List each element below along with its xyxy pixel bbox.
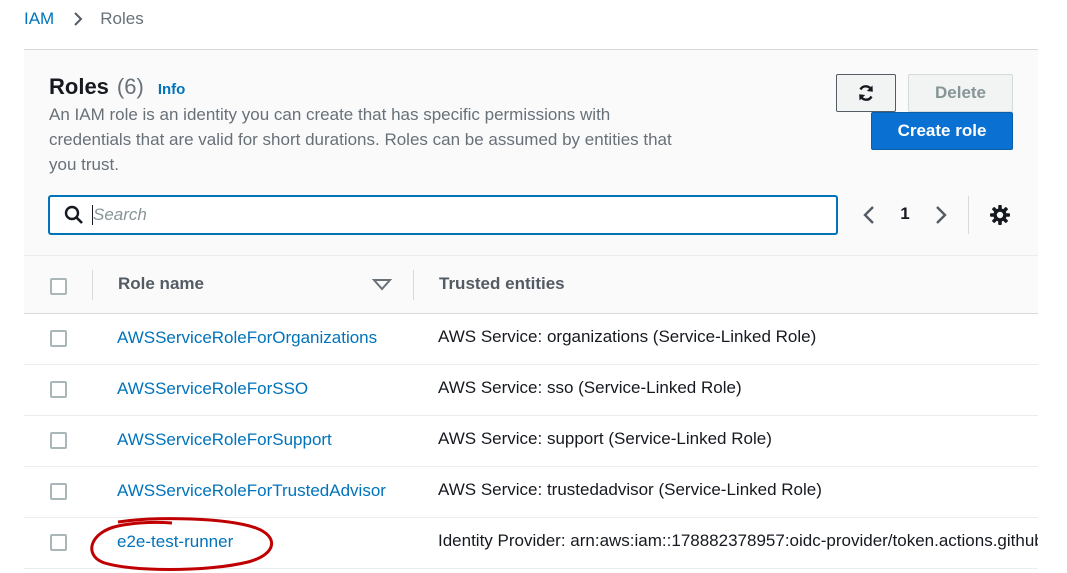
trusted-entity: AWS Service: organizations (Service-Link… [438, 327, 817, 347]
refresh-icon [859, 85, 873, 101]
column-divider [413, 270, 414, 300]
breadcrumb: IAM Roles [24, 8, 144, 30]
trusted-entity: AWS Service: trustedadvisor (Service-Lin… [438, 480, 822, 500]
roles-panel: Roles (6) Info An IAM role is an identit… [24, 49, 1038, 573]
trusted-entity: AWS Service: support (Service-Linked Rol… [438, 429, 772, 449]
role-name-link[interactable]: AWSServiceRoleForSSO [117, 379, 308, 399]
trusted-entity: AWS Service: sso (Service-Linked Role) [438, 378, 742, 398]
page-number[interactable]: 1 [896, 204, 914, 224]
trusted-entity: Identity Provider: arn:aws:iam::17888237… [438, 531, 1038, 550]
breadcrumb-current: Roles [100, 9, 144, 28]
table-row: AWSServiceRoleForTrustedAdvisor AWS Serv… [24, 467, 1038, 518]
breadcrumb-iam-link[interactable]: IAM [24, 9, 54, 29]
column-header-trusted-entities: Trusted entities [439, 274, 565, 293]
roles-count: (6) [116, 74, 144, 99]
search-box[interactable] [49, 196, 837, 234]
search-icon [64, 205, 83, 224]
service-linked-role-tag: Service-Linked Role [658, 327, 811, 347]
create-role-button[interactable]: Create role [871, 112, 1013, 150]
previous-page-icon[interactable] [858, 204, 880, 226]
sort-descending-icon[interactable] [372, 278, 392, 292]
gear-icon[interactable] [989, 204, 1011, 226]
table-row: AWSServiceRoleForOrganizations AWS Servi… [24, 314, 1038, 365]
next-page-icon[interactable] [930, 204, 952, 226]
service-linked-role-tag: Service-Linked Role [583, 378, 736, 398]
column-header-role-name[interactable]: Role name [118, 274, 204, 294]
row-checkbox[interactable] [50, 432, 67, 449]
service-linked-role-tag: Service-Linked Role [614, 429, 767, 449]
role-name-link[interactable]: AWSServiceRoleForTrustedAdvisor [117, 481, 386, 501]
role-name-link[interactable]: AWSServiceRoleForOrganizations [117, 328, 377, 348]
select-all-checkbox[interactable] [50, 278, 67, 295]
role-name-link[interactable]: AWSServiceRoleForSupport [117, 430, 332, 450]
column-divider [92, 270, 93, 300]
pager-divider [968, 196, 969, 234]
roles-description: An IAM role is an identity you can creat… [49, 105, 672, 174]
row-checkbox[interactable] [50, 483, 67, 500]
info-link[interactable]: Info [158, 81, 186, 98]
delete-button[interactable]: Delete [908, 74, 1013, 112]
service-linked-role-tag: Service-Linked Role [664, 480, 817, 500]
refresh-button[interactable] [836, 74, 896, 112]
role-name-link[interactable]: e2e-test-runner [117, 532, 233, 552]
table-header: Role name Trusted entities [24, 255, 1038, 314]
row-checkbox[interactable] [50, 330, 67, 347]
table-row: AWSServiceRoleForSSO AWS Service: sso (S… [24, 365, 1038, 416]
chevron-right-icon [74, 12, 83, 26]
search-input[interactable] [84, 198, 836, 232]
text-cursor [92, 205, 93, 225]
row-checkbox[interactable] [50, 534, 67, 551]
row-checkbox[interactable] [50, 381, 67, 398]
roles-panel-header: Roles (6) Info An IAM role is an identit… [24, 50, 1038, 314]
roles-table-body: AWSServiceRoleForOrganizations AWS Servi… [24, 314, 1038, 569]
table-row: AWSServiceRoleForSupport AWS Service: su… [24, 416, 1038, 467]
table-row: e2e-test-runner Identity Provider: arn:a… [24, 518, 1038, 569]
page-title: Roles [49, 74, 109, 99]
title-row: Roles (6) Info [49, 74, 185, 100]
